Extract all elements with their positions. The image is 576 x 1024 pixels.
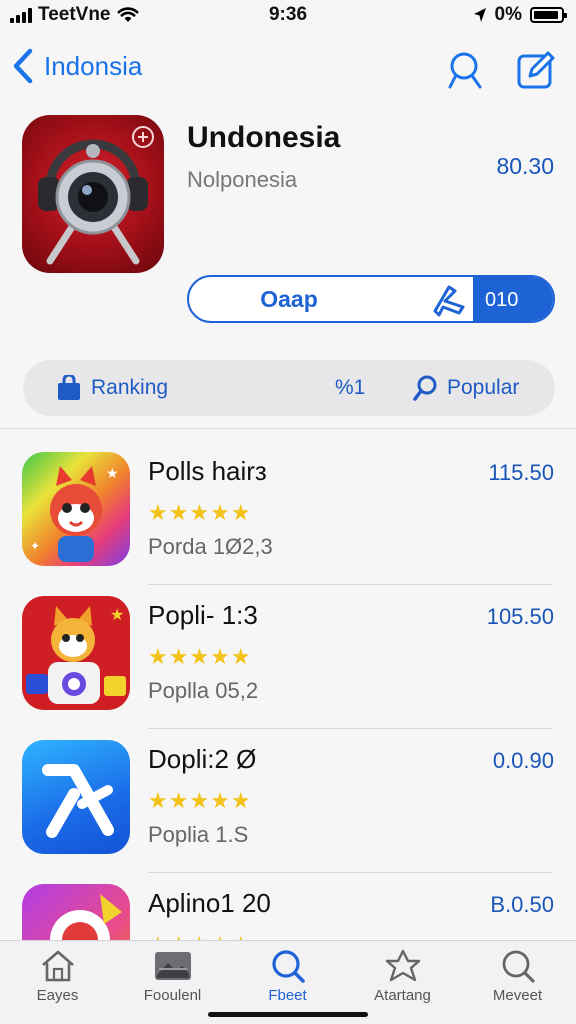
row-separator (148, 728, 552, 729)
home-indicator (208, 1012, 368, 1017)
segment-middle-label: %1 (335, 376, 366, 399)
segment-middle[interactable]: %1 (335, 360, 365, 416)
rating-stars: ★★★★★ (148, 500, 252, 525)
get-button[interactable]: Oaap 010 (187, 275, 555, 323)
app-list-item[interactable]: ★ Popli- 1:3 ★★★★★ Poplla 05,2 105.50 (0, 596, 576, 740)
segment-ranking[interactable]: Ranking (57, 360, 168, 416)
app-title: Undonesia (187, 121, 341, 154)
app-name: Dopli:2 Ø (148, 744, 257, 774)
svg-text:★: ★ (106, 466, 119, 482)
image-icon (154, 952, 191, 980)
category-segments: Ranking %1 Popular (23, 360, 555, 416)
rainbow-fox-app-icon: ★ ✦ (22, 452, 130, 566)
tab-label: Meveet (492, 987, 543, 1004)
back-button[interactable]: Indonsia (12, 48, 142, 84)
segment-popular-label: Popular (447, 376, 520, 399)
app-meta: Poplla 05,2 (148, 678, 259, 703)
back-chevron-icon (13, 48, 33, 84)
battery-percent: 0% (494, 4, 522, 25)
get-button-label: Oaap (260, 286, 318, 312)
fox-astronaut-app-icon: ★ (22, 596, 130, 710)
search-icon (502, 950, 535, 983)
app-store-a-icon (22, 740, 130, 854)
section-divider (0, 428, 576, 429)
app-meta: Poplia 1.Ѕ (148, 822, 249, 847)
tab-eayes[interactable]: Eayes (0, 949, 115, 1004)
back-label: Indonsia (44, 50, 143, 81)
status-bar: TeetVne 9:36 0% (0, 0, 576, 30)
bag-icon (58, 375, 80, 400)
app-price[interactable]: 105.50 (487, 604, 554, 630)
tab-label: Fooulenl (143, 987, 202, 1004)
tab-meveet[interactable]: Meveet (460, 949, 575, 1004)
app-price: 80.30 (496, 153, 554, 179)
tab-fooulenl[interactable]: Fooulenl (115, 949, 230, 1004)
nav-actions (446, 50, 556, 90)
rating-stars: ★★★★★ (148, 788, 252, 813)
svg-text:★: ★ (110, 605, 124, 624)
app-price[interactable]: 0.0.90 (493, 748, 554, 774)
home-icon (41, 950, 74, 982)
featured-app: Undonesia Nolponesia 80.30 Oaap 010 (22, 115, 556, 345)
location-arrow-icon (473, 8, 486, 22)
plane-icon (433, 285, 465, 317)
app-price[interactable]: 115.50 (488, 460, 554, 486)
search-icon (271, 950, 305, 983)
compose-icon[interactable] (516, 50, 556, 90)
navigation-bar: Indonsia (0, 38, 576, 102)
app-price[interactable]: B.0.50 (490, 892, 554, 918)
rating-stars: ★★★★★ (148, 644, 252, 669)
app-name: Polls hairз (148, 456, 267, 486)
magnifier-icon (413, 375, 437, 401)
row-separator (148, 584, 552, 585)
app-name: Aplino1 20 (148, 888, 271, 918)
status-right: 0% (473, 4, 567, 26)
tab-atartang[interactable]: Atartang (345, 949, 460, 1004)
camera-headphones-icon[interactable] (22, 115, 164, 273)
app-name: Popli- 1:3 (148, 600, 258, 630)
app-list-item[interactable]: ★ ✦ Polls hairз ★★★★★ Porda 1Ø2,3 115.50 (0, 452, 576, 596)
app-meta: Porda 1Ø2,3 (148, 534, 273, 559)
app-subtitle: Nolponesia (187, 167, 298, 192)
battery-icon (530, 7, 567, 23)
tab-label: Fbeet (268, 987, 307, 1004)
get-button-side: 010 (473, 277, 553, 321)
star-outline-icon (385, 949, 420, 982)
tab-label: Eayes (36, 987, 79, 1004)
segment-ranking-label: Ranking (91, 376, 169, 399)
tab-label: Atartang (374, 987, 431, 1004)
segment-popular[interactable]: Popular (413, 360, 519, 416)
search-icon[interactable] (446, 50, 486, 90)
app-list-item[interactable]: Dopli:2 Ø ★★★★★ Poplia 1.Ѕ 0.0.90 (0, 740, 576, 884)
row-separator (148, 872, 552, 873)
tab-fbeet[interactable]: Fbeet (230, 949, 345, 1004)
svg-text:✦: ✦ (30, 539, 40, 553)
